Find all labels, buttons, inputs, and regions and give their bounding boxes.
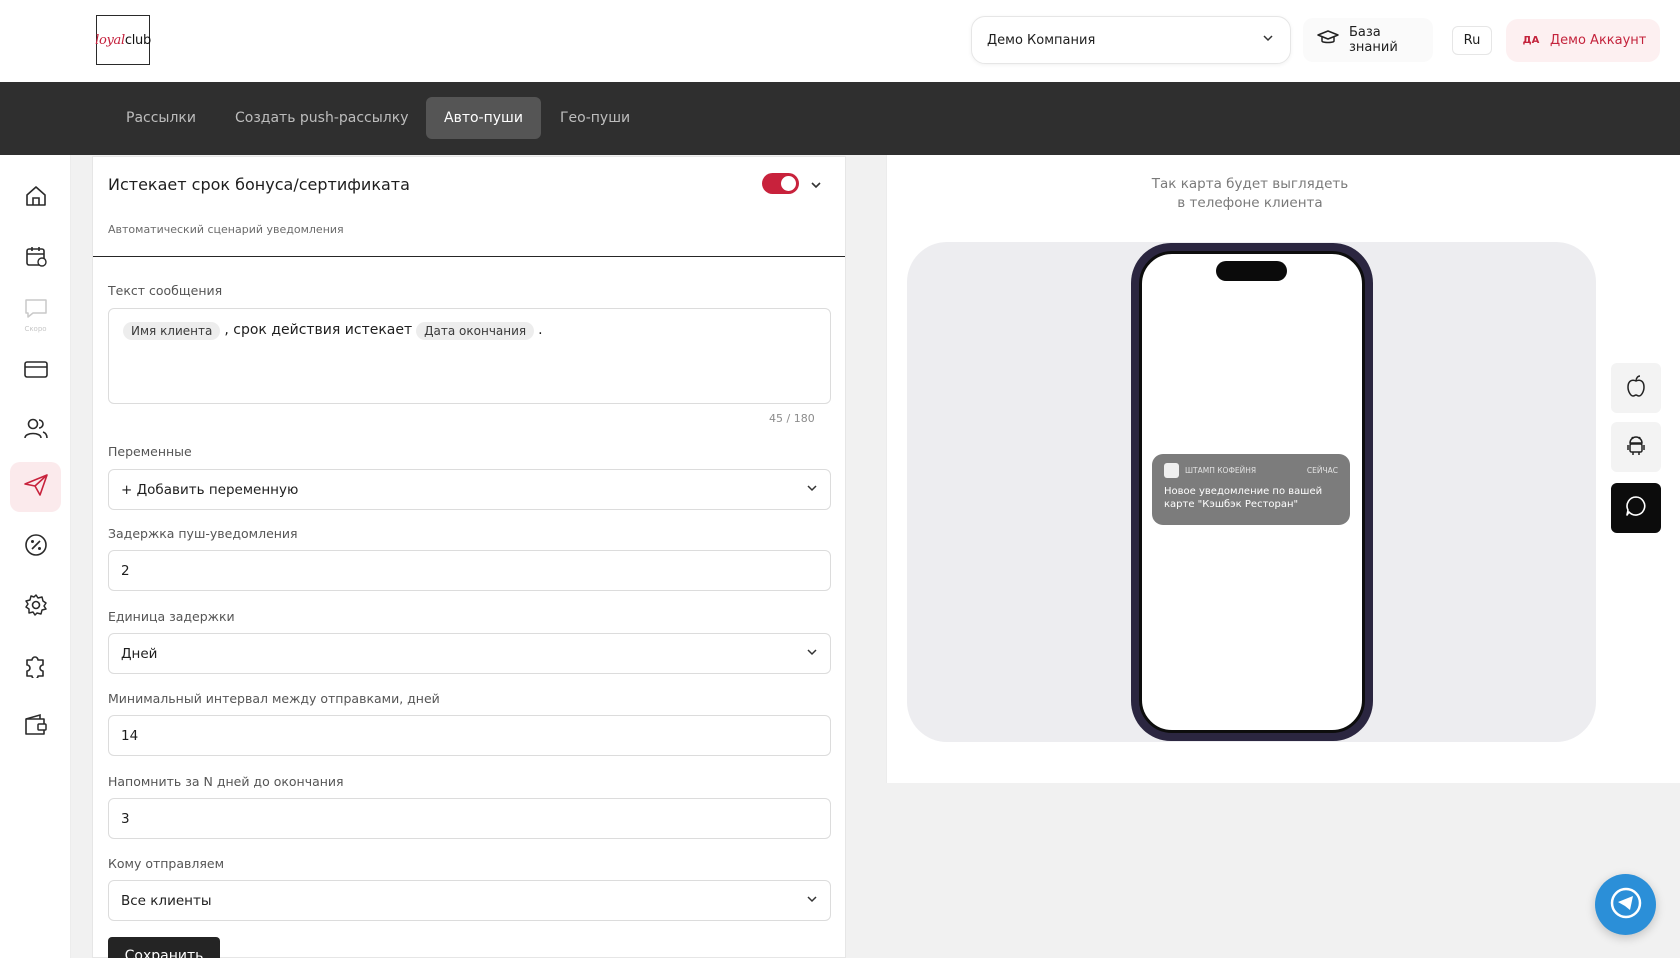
puzzle-icon xyxy=(23,652,49,682)
chevron-down-icon xyxy=(806,893,818,909)
chevron-down-icon[interactable] xyxy=(809,177,823,196)
preview-bottom-area xyxy=(886,783,1680,958)
telegram-button[interactable] xyxy=(1595,874,1656,935)
sidebar-item-wallet[interactable] xyxy=(10,702,61,752)
message-text: , срок действия истекает xyxy=(224,322,413,338)
tab-create-push[interactable]: Создать push-рассылку xyxy=(217,97,426,139)
knowledge-base-button[interactable]: База знаний xyxy=(1303,18,1433,62)
sidebar-item-clients[interactable] xyxy=(10,405,61,455)
notification-header: ШТАМП КОФЕЙНЯ СЕЙЧАС xyxy=(1164,463,1338,478)
variables-select[interactable]: + Добавить переменную xyxy=(108,469,831,510)
push-notification: ШТАМП КОФЕЙНЯ СЕЙЧАС Новое уведомление п… xyxy=(1152,454,1350,525)
variables-label: Переменные xyxy=(108,444,192,459)
card-icon xyxy=(23,359,49,383)
home-icon xyxy=(24,184,48,212)
preview-caption: Так карта будет выглядеть в телефоне кли… xyxy=(1100,175,1400,213)
language-button[interactable]: Ru xyxy=(1452,26,1492,55)
android-preview-button[interactable] xyxy=(1611,422,1661,472)
sidebar-item-calendar[interactable] xyxy=(10,233,61,283)
account-button[interactable]: ДА Демо Аккаунт xyxy=(1506,19,1660,62)
telegram-icon xyxy=(1606,883,1646,927)
sidebar-item-discounts[interactable] xyxy=(10,522,61,572)
audience-label: Кому отправляем xyxy=(108,856,225,871)
android-icon xyxy=(1626,434,1646,460)
knowledge-base-label: База знаний xyxy=(1349,25,1398,55)
audience-value: Все клиенты xyxy=(121,892,212,909)
avatar: ДА xyxy=(1522,35,1540,46)
interval-label: Минимальный интервал между отправками, д… xyxy=(108,691,440,706)
logo[interactable]: loyal club xyxy=(95,15,151,65)
ios-preview-button[interactable] xyxy=(1611,363,1661,413)
card-subtitle: Автоматический сценарий уведомления xyxy=(108,223,344,236)
chevron-down-icon xyxy=(1262,32,1274,48)
gear-icon xyxy=(24,593,48,621)
notification-text: Новое уведомление по вашей карте "Кэшбэк… xyxy=(1164,486,1323,510)
users-icon xyxy=(23,416,49,444)
phone-mockup: ШТАМП КОФЕЙНЯ СЕЙЧАС Новое уведомление п… xyxy=(1131,243,1373,741)
interval-value: 14 xyxy=(121,727,139,744)
wallet-icon xyxy=(23,713,49,741)
sidebar-item-home[interactable] xyxy=(10,173,61,223)
variable-chip[interactable]: Дата окончания xyxy=(416,322,535,340)
percent-icon xyxy=(24,533,48,561)
company-select[interactable]: Демо Компания xyxy=(971,16,1291,64)
tab-geo-push[interactable]: Гео-пуши xyxy=(542,97,648,139)
app-icon xyxy=(1164,463,1179,478)
notification-app: ШТАМП КОФЕЙНЯ xyxy=(1185,466,1257,475)
notification-time: СЕЙЧАС xyxy=(1306,466,1338,475)
dynamic-island xyxy=(1216,261,1287,281)
remind-label: Напомнить за N дней до окончания xyxy=(108,774,344,789)
account-name: Демо Аккаунт xyxy=(1550,33,1647,48)
card-header: Истекает срок бонуса/сертификата Автомат… xyxy=(93,157,845,257)
interval-input[interactable]: 14 xyxy=(108,715,831,756)
unit-value: Дней xyxy=(121,645,158,662)
unit-label: Единица задержки xyxy=(108,609,235,624)
remind-value: 3 xyxy=(121,810,130,827)
sidebar-item-push[interactable] xyxy=(10,462,61,512)
message-end: . xyxy=(538,322,543,338)
sidebar-item-chat: Скоро xyxy=(10,290,61,340)
tab-mailings[interactable]: Рассылки xyxy=(108,97,214,139)
chat-icon xyxy=(24,298,48,324)
audience-select[interactable]: Все клиенты xyxy=(108,880,831,921)
remind-input[interactable]: 3 xyxy=(108,798,831,839)
variables-value: + Добавить переменную xyxy=(121,481,299,498)
scenario-card: Истекает срок бонуса/сертификата Автомат… xyxy=(92,156,846,958)
delay-label: Задержка пуш-уведомления xyxy=(108,526,298,541)
top-navigation: Рассылки Создать push-рассылку Авто-пуши… xyxy=(0,82,1680,155)
chevron-down-icon xyxy=(806,482,818,498)
send-icon xyxy=(23,473,49,501)
unit-select[interactable]: Дней xyxy=(108,633,831,674)
phone-screen: ШТАМП КОФЕЙНЯ СЕЙЧАС Новое уведомление п… xyxy=(1139,251,1365,733)
variable-chip[interactable]: Имя клиента xyxy=(123,322,221,340)
card-title: Истекает срок бонуса/сертификата xyxy=(108,175,410,194)
delay-value: 2 xyxy=(121,562,130,579)
delay-input[interactable]: 2 xyxy=(108,550,831,591)
message-icon xyxy=(1625,495,1647,521)
sidebar-item-integrations[interactable] xyxy=(10,642,61,692)
chevron-down-icon xyxy=(806,646,818,662)
sidebar-item-cards[interactable] xyxy=(10,346,61,396)
sidebar-item-settings[interactable] xyxy=(10,582,61,632)
header: loyal club Демо Компания База знаний Ru Д… xyxy=(0,0,1680,82)
company-name: Демо Компания xyxy=(987,32,1096,48)
preview-caption-line1: Так карта будет выглядеть xyxy=(1151,176,1349,192)
message-textarea[interactable]: Имя клиента , срок действия истекает Дат… xyxy=(108,308,831,404)
character-counter: 45 / 180 xyxy=(769,412,815,425)
message-label: Текст сообщения xyxy=(108,283,223,298)
preview-caption-line2: в телефоне клиента xyxy=(1177,195,1323,211)
soon-label: Скоро xyxy=(24,324,47,333)
calendar-icon xyxy=(24,244,48,272)
save-button[interactable]: Сохранить xyxy=(108,937,220,958)
graduation-cap-icon xyxy=(1317,30,1339,50)
message-preview-button[interactable] xyxy=(1611,483,1661,533)
enabled-toggle[interactable] xyxy=(762,173,799,194)
apple-icon xyxy=(1626,375,1646,401)
tab-auto-push[interactable]: Авто-пуши xyxy=(426,97,541,139)
sidebar: Скоро xyxy=(0,155,71,958)
